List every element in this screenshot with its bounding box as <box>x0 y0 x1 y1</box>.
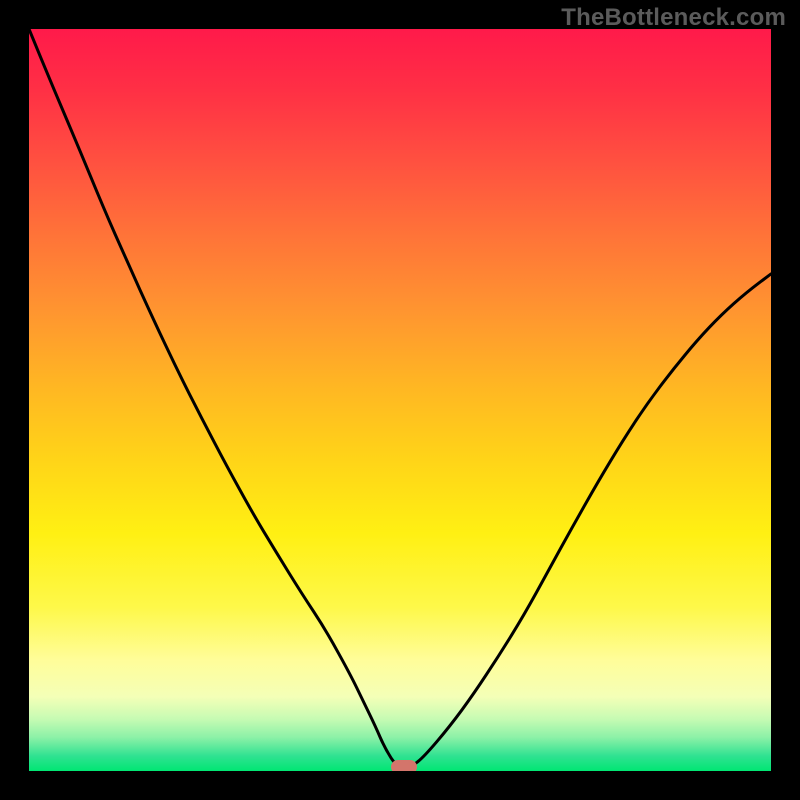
chart-frame: TheBottleneck.com <box>0 0 800 800</box>
optimal-marker <box>391 760 417 771</box>
plot-area <box>29 29 771 771</box>
bottleneck-curve <box>29 29 771 767</box>
curve-layer <box>29 29 771 771</box>
watermark-text: TheBottleneck.com <box>561 4 786 32</box>
